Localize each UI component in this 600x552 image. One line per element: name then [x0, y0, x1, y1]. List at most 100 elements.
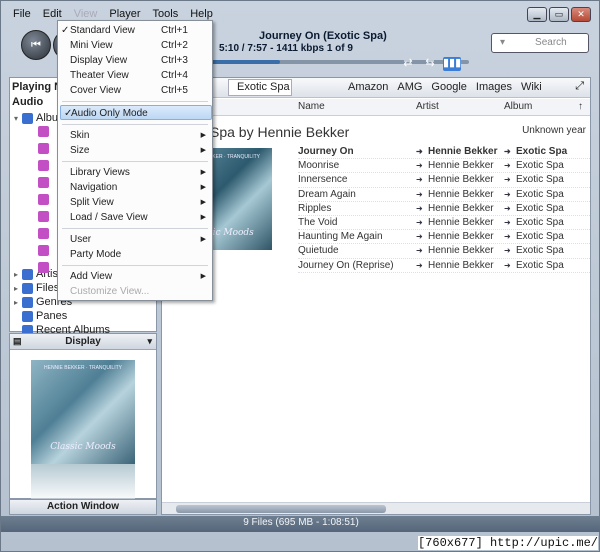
- menu-item-label: Load / Save View: [70, 212, 148, 223]
- track-row[interactable]: Moonrise Hennie BekkerExotic Spa: [298, 159, 590, 173]
- menu-item-mini-view[interactable]: Mini View Ctrl+2: [58, 38, 212, 53]
- checkmark-icon: ✓: [64, 108, 73, 119]
- track-artist[interactable]: Hennie Bekker: [414, 188, 502, 202]
- menu-item-add-view[interactable]: Add View ▶: [58, 269, 212, 284]
- menu-item-cover-view[interactable]: Cover View Ctrl+5: [58, 83, 212, 98]
- menu-item-label: Skin: [70, 130, 90, 141]
- track-name: Haunting Me Again: [298, 231, 383, 243]
- expand-icon: ▸: [14, 284, 19, 293]
- track-album[interactable]: Exotic Spa: [502, 259, 590, 273]
- menu-item-label: Party Mode: [70, 249, 122, 260]
- track-row[interactable]: Journey On (Reprise) Hennie BekkerExotic …: [298, 259, 590, 273]
- track-album[interactable]: Exotic Spa: [502, 244, 590, 258]
- list-icon[interactable]: ▤: [13, 334, 22, 349]
- link-google[interactable]: Google: [431, 81, 466, 93]
- maximize-button[interactable]: ▭: [549, 7, 569, 22]
- column-artist[interactable]: Artist: [416, 101, 439, 112]
- search-input[interactable]: ▾ Search: [491, 33, 589, 53]
- album-year: Unknown year: [522, 125, 586, 136]
- track-row[interactable]: Quietude Hennie BekkerExotic Spa: [298, 244, 590, 259]
- action-window-header[interactable]: Action Window: [9, 499, 157, 515]
- tree-label: Panes: [36, 310, 68, 322]
- submenu-arrow-icon: ▶: [200, 199, 206, 206]
- track-artist[interactable]: Hennie Bekker: [414, 202, 502, 216]
- submenu-arrow-icon: ▶: [200, 147, 206, 154]
- menu-item-user[interactable]: User ▶: [58, 232, 212, 247]
- display-pane-header[interactable]: ▤ Display ▾: [10, 334, 156, 350]
- menu-item-skin[interactable]: Skin ▶: [58, 128, 212, 143]
- menu-item-label: Cover View: [70, 85, 121, 96]
- track-row[interactable]: Ripples Hennie BekkerExotic Spa: [298, 202, 590, 216]
- link-amazon[interactable]: Amazon: [348, 81, 388, 93]
- track-artist[interactable]: Hennie Bekker: [414, 259, 502, 273]
- window-controls: ▁ ▭ ✕: [527, 7, 591, 22]
- menu-item-label: Theater View: [70, 70, 129, 81]
- view-scheme-combo[interactable]: Exotic Spa ▾: [228, 79, 292, 108]
- track-artist[interactable]: Hennie Bekker: [414, 230, 502, 244]
- tree-item-panes[interactable]: Panes: [22, 310, 67, 323]
- menu-file[interactable]: File: [7, 7, 37, 23]
- column-album[interactable]: Album: [504, 101, 532, 112]
- column-name[interactable]: Name: [298, 101, 325, 112]
- music-note-icon: [22, 113, 33, 124]
- menu-item-load-save-view[interactable]: Load / Save View ▶: [58, 210, 212, 225]
- track-row[interactable]: Haunting Me Again Hennie BekkerExotic Spa: [298, 230, 590, 244]
- track-artist[interactable]: Hennie Bekker: [414, 244, 502, 258]
- expand-icon[interactable]: ⤢: [575, 80, 584, 93]
- link-wiki[interactable]: Wiki: [521, 81, 542, 93]
- link-images[interactable]: Images: [476, 81, 512, 93]
- track-artist[interactable]: Hennie Bekker: [414, 159, 502, 173]
- track-album[interactable]: Exotic Spa: [502, 216, 590, 230]
- track-album[interactable]: Exotic Spa: [502, 230, 590, 244]
- visualizer-icon[interactable]: ▮▮▮: [443, 57, 461, 71]
- menu-item-size[interactable]: Size ▶: [58, 143, 212, 158]
- playback-modes: ⇄ ⇆ ▮▮▮: [399, 57, 461, 71]
- submenu-arrow-icon: ▶: [200, 132, 206, 139]
- track-artist[interactable]: Hennie Bekker: [414, 216, 502, 230]
- track-album[interactable]: Exotic Spa: [502, 145, 590, 159]
- menu-separator: [62, 101, 208, 102]
- chevron-down-icon[interactable]: ▾: [147, 334, 152, 349]
- expand-icon: ▸: [14, 298, 19, 307]
- menu-item-theater-view[interactable]: Theater View Ctrl+4: [58, 68, 212, 83]
- link-amg[interactable]: AMG: [397, 81, 422, 93]
- menu-item-label: Customize View...: [70, 286, 150, 297]
- horizontal-scrollbar[interactable]: [162, 502, 590, 514]
- sort-icon[interactable]: ↑: [578, 101, 583, 112]
- tree-label: Files: [36, 282, 60, 294]
- tree-item-files[interactable]: ▸ Files: [14, 282, 59, 295]
- minimize-button[interactable]: ▁: [527, 7, 547, 22]
- close-button[interactable]: ✕: [571, 7, 591, 22]
- track-artist[interactable]: Hennie Bekker: [414, 145, 502, 159]
- chevron-down-icon: ▾: [500, 37, 506, 48]
- track-artist[interactable]: Hennie Bekker: [414, 173, 502, 187]
- menu-item-label: Display View: [70, 55, 128, 66]
- menu-item-audio-only-mode[interactable]: ✓ Audio Only Mode: [60, 105, 212, 120]
- repeat-icon[interactable]: ⇆: [421, 57, 439, 71]
- track-row[interactable]: Dream Again Hennie BekkerExotic Spa: [298, 188, 590, 202]
- menu-item-party-mode[interactable]: Party Mode: [58, 247, 212, 262]
- music-note-icon: [22, 311, 33, 322]
- menu-item-label: Library Views: [70, 167, 130, 178]
- search-placeholder: Search: [535, 37, 567, 48]
- menu-item-customize-view: Customize View...: [58, 284, 212, 299]
- track-album[interactable]: Exotic Spa: [502, 188, 590, 202]
- shortcut: Ctrl+5: [161, 85, 188, 96]
- track-row[interactable]: Journey On Hennie BekkerExotic Spa: [298, 145, 590, 159]
- previous-track-icon[interactable]: ⏮: [21, 30, 51, 60]
- track-row[interactable]: The Void Hennie BekkerExotic Spa: [298, 216, 590, 230]
- menu-item-standard-view[interactable]: ✓ Standard View Ctrl+1: [58, 23, 212, 38]
- track-album[interactable]: Exotic Spa: [502, 159, 590, 173]
- track-album[interactable]: Exotic Spa: [502, 202, 590, 216]
- scrollbar-thumb[interactable]: [176, 505, 386, 513]
- menu-item-navigation[interactable]: Navigation ▶: [58, 180, 212, 195]
- menu-item-library-views[interactable]: Library Views ▶: [58, 165, 212, 180]
- shuffle-icon[interactable]: ⇄: [399, 57, 417, 71]
- menu-item-display-view[interactable]: Display View Ctrl+3: [58, 53, 212, 68]
- display-pane: ▤ Display ▾ HENNIE BEKKER · TRANQUILITY Cla…: [9, 333, 157, 502]
- now-playing-title: Journey On (Exotic Spa): [259, 30, 387, 42]
- menu-item-label: Navigation: [70, 182, 118, 193]
- track-album[interactable]: Exotic Spa: [502, 173, 590, 187]
- menu-item-split-view[interactable]: Split View ▶: [58, 195, 212, 210]
- track-row[interactable]: Innersence Hennie BekkerExotic Spa: [298, 173, 590, 188]
